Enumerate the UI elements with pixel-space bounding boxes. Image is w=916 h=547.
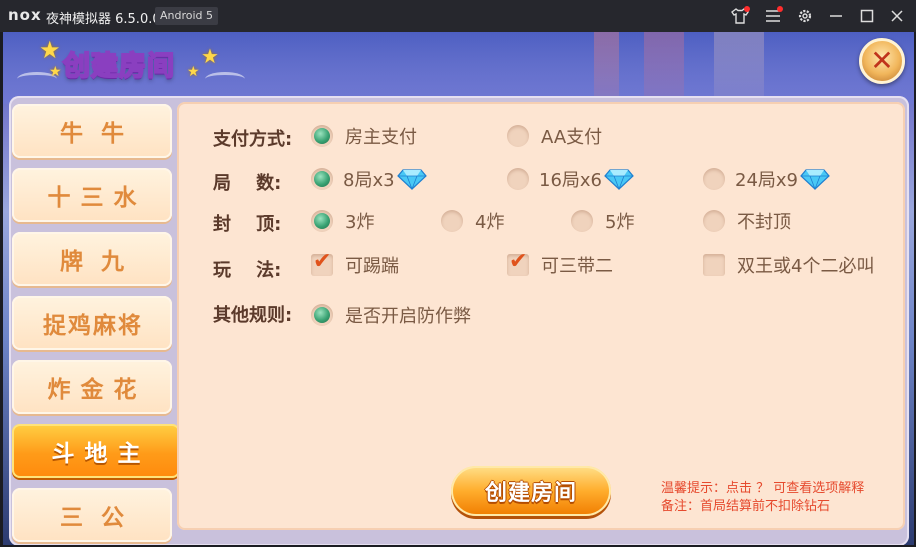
other-option-anti-cheat[interactable]: 是否开启防作弊 [311, 302, 471, 328]
close-x-icon: ✕ [870, 44, 894, 77]
dialog-title: 创建房间 [62, 50, 175, 83]
option-label: 不封顶 [737, 212, 791, 233]
option-label: 24局x9 [735, 170, 799, 191]
star-icon: ★ [49, 64, 62, 80]
tab-label: 斗地主 [51, 441, 151, 467]
tip-line-1: 温馨提示：点击 ？ 可查看选项解释 [661, 481, 865, 496]
title-wing-right [205, 72, 245, 86]
notification-dot [777, 6, 783, 12]
nox-logo: nox [8, 6, 42, 24]
radio-unselected[interactable] [703, 210, 725, 232]
title-bar: nox 夜神模拟器 6.5.0.0 Android 5 [0, 0, 916, 32]
option-label: 可三带二 [541, 256, 613, 277]
tab-sangong[interactable]: 三公 [12, 488, 172, 542]
option-label: 可踢踹 [345, 256, 399, 277]
play-label: 玩 法: [213, 260, 282, 281]
tab-label: 炸金花 [47, 377, 147, 403]
option-label: 房主支付 [345, 127, 417, 148]
option-label: 是否开启防作弊 [345, 306, 471, 327]
maximize-icon[interactable] [857, 6, 877, 26]
cap-label: 封 顶: [213, 214, 282, 235]
diamond-icon [800, 169, 830, 190]
radio-unselected[interactable] [441, 210, 463, 232]
window-title: 夜神模拟器 6.5.0.0 [46, 12, 161, 27]
star-icon: ★ [39, 36, 61, 64]
radio-selected[interactable] [311, 125, 333, 147]
rounds-option-8[interactable]: 8局x3 [311, 166, 427, 192]
star-icon: ★ [187, 64, 200, 80]
tab-doudizhu[interactable]: 斗地主 [12, 424, 190, 478]
radio-unselected[interactable] [571, 210, 593, 232]
checkbox-checked[interactable] [311, 249, 333, 276]
rounds-option-24[interactable]: 24局x9 [703, 166, 830, 192]
play-option-jokers-must-call[interactable]: 双王或4个二必叫 [703, 252, 874, 278]
tip-line-2: 备注：首局结算前不扣除钻石 [661, 499, 831, 514]
checkbox-unchecked[interactable] [703, 254, 725, 276]
option-label: 8局x3 [343, 170, 395, 191]
cap-option-5[interactable]: 5炸 [571, 208, 634, 234]
option-label: 5炸 [605, 212, 635, 233]
diamond-icon [396, 169, 427, 190]
shirt-icon[interactable] [730, 6, 750, 26]
play-option-three-with-two[interactable]: 可三带二 [507, 249, 613, 278]
settings-icon[interactable] [795, 6, 815, 26]
minimize-icon[interactable] [826, 6, 846, 26]
tab-niuniu[interactable]: 牛牛 [12, 104, 172, 158]
radio-unselected[interactable] [703, 168, 725, 190]
option-label: 4炸 [475, 212, 505, 233]
radio-selected[interactable] [311, 304, 333, 326]
dialog-close-button[interactable]: ✕ [859, 38, 905, 84]
radio-selected[interactable] [311, 210, 333, 232]
radio-unselected[interactable] [507, 168, 529, 190]
payment-option-aa[interactable]: AA支付 [507, 123, 602, 149]
option-label: AA支付 [541, 127, 603, 148]
close-icon[interactable] [887, 6, 907, 26]
star-icon: ★ [201, 44, 219, 68]
menu-icon[interactable] [763, 6, 783, 26]
cap-option-4[interactable]: 4炸 [441, 208, 504, 234]
tab-label: 十三水 [47, 185, 147, 211]
rounds-option-16[interactable]: 16局x6 [507, 166, 634, 192]
tab-label: 三公 [60, 505, 142, 531]
option-label: 双王或4个二必叫 [737, 256, 875, 277]
tab-label: 捉鸡麻将 [43, 313, 143, 339]
radio-selected[interactable] [311, 168, 333, 190]
tab-zhajinhua[interactable]: 炸金花 [12, 360, 172, 414]
game-screen: ★ ★ ★ ★ 创建房间 ✕ 牛牛 十三水 牌九 捉鸡麻将 炸金花 斗地主 三公… [3, 32, 914, 545]
tab-label: 牛牛 [60, 121, 142, 147]
other-rules-label: 其他规则: [213, 305, 293, 326]
tab-shisanshui[interactable]: 十三水 [12, 168, 172, 222]
cap-option-unlimited[interactable]: 不封顶 [703, 208, 791, 234]
create-room-button[interactable]: 创建房间 [451, 466, 611, 516]
checkbox-checked[interactable] [507, 249, 529, 276]
play-option-kick[interactable]: 可踢踹 [311, 249, 399, 278]
payment-label: 支付方式: [213, 129, 293, 150]
android-version-badge: Android 5 [155, 7, 219, 25]
create-room-label: 创建房间 [484, 481, 577, 506]
diamond-icon [604, 169, 634, 190]
tab-label: 牌九 [60, 249, 142, 275]
tab-paijiu[interactable]: 牌九 [12, 232, 172, 286]
option-label: 3炸 [345, 212, 375, 233]
payment-option-owner[interactable]: 房主支付 [311, 123, 417, 149]
emulator-window: nox 夜神模拟器 6.5.0.0 Android 5 ★ ★ ★ ★ 创建房间… [0, 0, 916, 547]
dialog-title-plaque: ★ ★ ★ ★ 创建房间 [17, 36, 245, 84]
option-label: 16局x6 [539, 170, 603, 191]
tab-zhuoji-mahjong[interactable]: 捉鸡麻将 [12, 296, 172, 350]
notification-dot [744, 6, 750, 12]
cap-option-3[interactable]: 3炸 [311, 208, 374, 234]
radio-unselected[interactable] [507, 125, 529, 147]
rounds-label: 局 数: [213, 173, 282, 194]
